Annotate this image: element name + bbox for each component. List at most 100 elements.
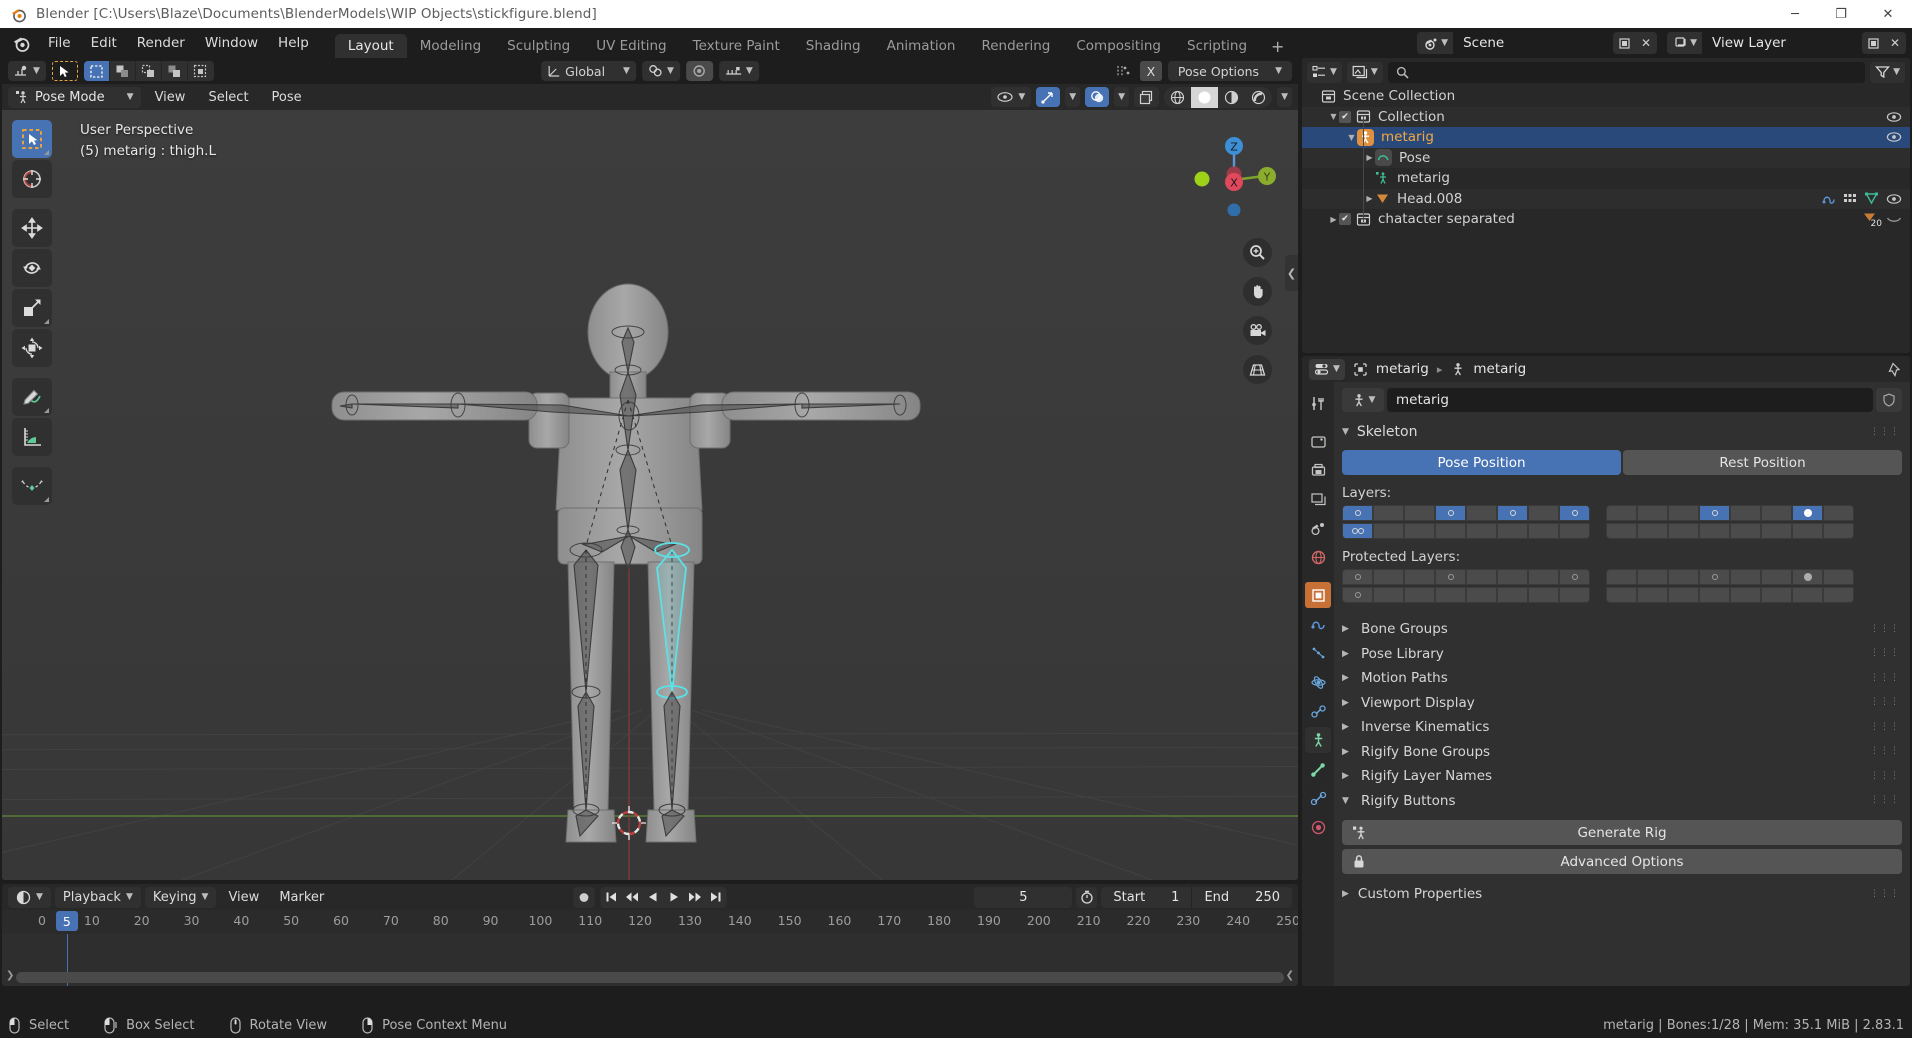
layer-cell[interactable] xyxy=(1668,523,1699,539)
layer-cell[interactable] xyxy=(1730,587,1761,603)
tab-world-icon[interactable] xyxy=(1305,544,1331,570)
outliner-editor-type-icon[interactable]: ▼ xyxy=(1307,61,1342,83)
start-frame-field[interactable]: Start 1 xyxy=(1101,886,1193,908)
tab-animation[interactable]: Animation xyxy=(874,34,969,58)
layer-cell[interactable] xyxy=(1606,587,1637,603)
add-workspace-tab[interactable]: + xyxy=(1260,34,1295,58)
layer-cell[interactable] xyxy=(1606,523,1637,539)
menu-help[interactable]: Help xyxy=(268,31,319,55)
panel-drag-dots[interactable]: ⋮⋮⋮ xyxy=(1870,624,1900,633)
layer-cell[interactable] xyxy=(1466,587,1497,603)
outliner-row-pose[interactable]: ▶ Pose xyxy=(1302,147,1910,168)
panel-rigify-layer-names[interactable]: ▶ Rigify Layer Names ⋮⋮⋮ xyxy=(1342,764,1902,789)
outliner-row-metarig[interactable]: ▼ metarig xyxy=(1302,127,1910,148)
layer-cell[interactable] xyxy=(1342,523,1373,539)
tab-particles-icon[interactable] xyxy=(1305,640,1331,666)
layer-cell[interactable] xyxy=(1730,569,1761,585)
layer-cell[interactable] xyxy=(1373,587,1404,603)
modifier-wrench-icon[interactable] xyxy=(1821,191,1836,206)
panel-rigify-bone-groups[interactable]: ▶ Rigify Bone Groups ⋮⋮⋮ xyxy=(1342,740,1902,765)
visibility-checkbox[interactable]: ✔ xyxy=(1339,110,1351,123)
jump-to-end-button[interactable] xyxy=(705,886,727,908)
layer-cell[interactable] xyxy=(1792,505,1823,521)
advanced-options-button[interactable]: Advanced Options xyxy=(1342,849,1902,874)
expand-triangle[interactable]: ▼ xyxy=(1346,133,1357,142)
jump-to-start-button[interactable] xyxy=(600,886,622,908)
viewport-canvas[interactable]: User Perspective (5) metarig : thigh.L Z… xyxy=(2,110,1298,880)
tab-uv-editing[interactable]: UV Editing xyxy=(583,34,679,58)
protected-left-top-row[interactable] xyxy=(1342,569,1590,585)
select-subtract-button[interactable] xyxy=(135,61,162,81)
layers-left-bottom-row[interactable] xyxy=(1342,523,1590,539)
visibility-selector[interactable]: ▼ xyxy=(991,87,1032,107)
panel-pose-library[interactable]: ▶ Pose Library ⋮⋮⋮ xyxy=(1342,642,1902,667)
tool-move-button[interactable] xyxy=(12,209,52,247)
scene-name[interactable]: Scene xyxy=(1453,32,1610,54)
tab-constraints-icon[interactable] xyxy=(1305,698,1331,724)
panel-bone-groups[interactable]: ▶ Bone Groups ⋮⋮⋮ xyxy=(1342,617,1902,642)
panel-drag-dots[interactable]: ⋮⋮⋮ xyxy=(1870,796,1900,805)
layer-cell[interactable] xyxy=(1761,523,1792,539)
timeline-left-arrow[interactable]: ❯ xyxy=(6,970,14,981)
tab-physics-icon[interactable] xyxy=(1305,669,1331,695)
tab-modeling[interactable]: Modeling xyxy=(407,34,494,58)
layer-cell[interactable] xyxy=(1730,523,1761,539)
layer-cell[interactable] xyxy=(1373,523,1404,539)
layer-cell[interactable] xyxy=(1497,523,1528,539)
outliner-row-head-008[interactable]: ▶ Head.008 xyxy=(1302,188,1910,209)
tab-material-icon[interactable] xyxy=(1305,814,1331,840)
outliner-row-scene-collection[interactable]: Scene Collection xyxy=(1302,86,1910,107)
select-new-button[interactable] xyxy=(83,61,110,81)
outliner-display-mode-icon[interactable]: ▼ xyxy=(1346,61,1383,83)
layer-cell[interactable] xyxy=(1699,505,1730,521)
tool-tweak-button[interactable] xyxy=(12,120,52,158)
tab-texture-paint[interactable]: Texture Paint xyxy=(680,34,793,58)
eye-icon[interactable] xyxy=(1886,131,1902,143)
layer-cell[interactable] xyxy=(1435,587,1466,603)
layer-cell[interactable] xyxy=(1528,505,1559,521)
layer-cell[interactable] xyxy=(1761,587,1792,603)
timeline-body[interactable]: ❯ ❮ xyxy=(2,934,1298,986)
proportional-falloff-selector[interactable]: ▼ xyxy=(718,61,759,81)
tool-annotate-button[interactable] xyxy=(12,378,52,416)
panel-drag-dots[interactable]: ⋮⋮⋮ xyxy=(1870,698,1900,707)
layer-cell[interactable] xyxy=(1528,569,1559,585)
pose-options-menu[interactable]: Pose Options ▼ xyxy=(1167,61,1292,81)
tab-layout[interactable]: Layout xyxy=(334,34,407,58)
new-scene-button[interactable] xyxy=(1613,32,1636,54)
tab-tool-icon[interactable] xyxy=(1305,390,1331,416)
new-view-layer-button[interactable] xyxy=(1862,32,1884,54)
snapping-toggle[interactable]: ▼ xyxy=(641,61,680,81)
tool-rotate-button[interactable] xyxy=(12,249,52,287)
layer-cell[interactable] xyxy=(1404,505,1435,521)
panel-inverse-kinematics[interactable]: ▶ Inverse Kinematics ⋮⋮⋮ xyxy=(1342,715,1902,740)
play-button[interactable] xyxy=(663,886,685,908)
select-invert-button[interactable] xyxy=(161,61,188,81)
layer-cell[interactable] xyxy=(1466,505,1497,521)
layer-cell[interactable] xyxy=(1497,505,1528,521)
layer-cell[interactable] xyxy=(1466,523,1497,539)
custom-properties-panel[interactable]: ▶ Custom Properties ⋮⋮⋮ xyxy=(1342,882,1902,907)
select-intersect-button[interactable] xyxy=(187,61,214,81)
tab-object-icon[interactable] xyxy=(1305,582,1331,608)
tool-scale-button[interactable] xyxy=(12,289,52,327)
shading-material-button[interactable] xyxy=(1218,87,1245,108)
tab-object-data-icon[interactable] xyxy=(1305,727,1331,753)
tab-shading[interactable]: Shading xyxy=(793,34,874,58)
layer-cell[interactable] xyxy=(1528,523,1559,539)
transform-orientation-selector[interactable]: Global ▼ xyxy=(541,61,636,81)
protected-left-bottom-row[interactable] xyxy=(1342,587,1590,603)
mode-selector[interactable]: Pose Mode ▼ xyxy=(8,86,141,108)
minimize-button[interactable]: ─ xyxy=(1772,0,1818,28)
layer-cell[interactable] xyxy=(1823,505,1854,521)
layer-cell[interactable] xyxy=(1699,587,1730,603)
outliner-row-metarig[interactable]: metarig xyxy=(1302,168,1910,189)
select-extend-button[interactable] xyxy=(109,61,136,81)
layer-cell[interactable] xyxy=(1342,505,1373,521)
remove-view-layer-button[interactable]: ✕ xyxy=(1884,32,1906,54)
layer-cell[interactable] xyxy=(1528,587,1559,603)
layer-cell[interactable] xyxy=(1699,523,1730,539)
layer-cell[interactable] xyxy=(1637,505,1668,521)
layer-cell[interactable] xyxy=(1668,505,1699,521)
layer-cell[interactable] xyxy=(1559,569,1590,585)
